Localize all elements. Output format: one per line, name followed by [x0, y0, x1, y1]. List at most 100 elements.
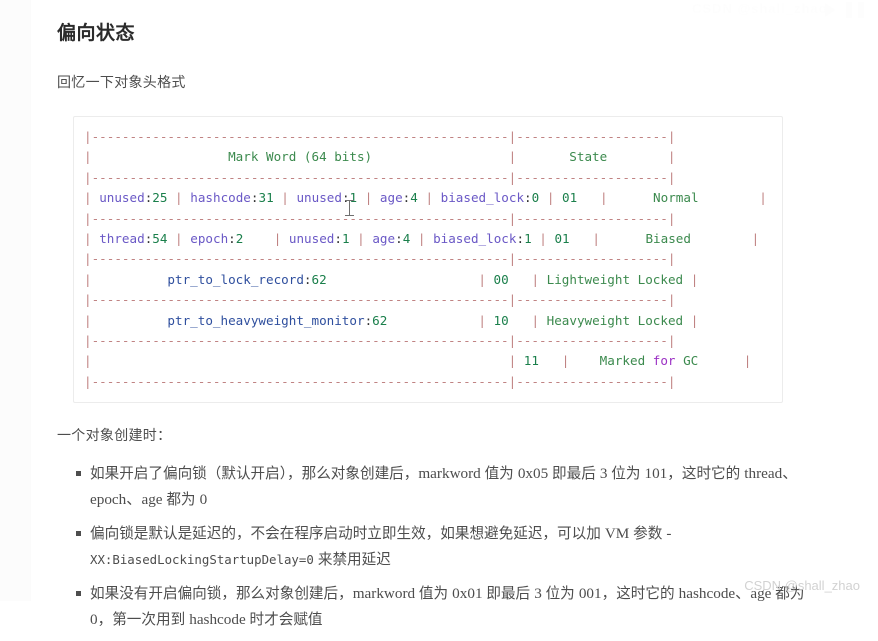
cjk-text: ，第一次用到 — [97, 612, 190, 629]
cjk-text: 如果没有开启偏向锁，那么对象创建后， — [90, 586, 353, 603]
code-token: unused — [288, 231, 335, 247]
latin-text: 0 — [90, 611, 98, 629]
watermark-bottom: CSDN @shall_zhao — [744, 578, 860, 593]
code-token: | — [425, 190, 434, 206]
intro-paragraph: 回忆一下对象头格式 — [57, 74, 186, 90]
code-token: 01 — [554, 231, 570, 247]
code-token: : — [334, 231, 342, 247]
inline-code: XX:BiasedLockingStartupDelay=0 — [90, 552, 314, 568]
code-token: hashcode — [190, 190, 251, 206]
code-token: State — [569, 149, 608, 165]
list-item: 偏向锁是默认是延迟的，不会在程序启动时立即生效，如果想避免延迟，可以加 VM 参… — [76, 521, 824, 573]
latin-text: 0x05 — [517, 465, 552, 483]
cjk-text: 值为 — [418, 586, 453, 603]
bullet-list: 如果开启了偏向锁（默认开启），那么对象创建后，markword 值为 0x05 … — [57, 461, 847, 633]
latin-text: 0 — [199, 491, 208, 509]
code-token: | — [592, 231, 600, 247]
code-token: | — [759, 190, 767, 206]
code-token: : — [395, 231, 403, 247]
code-token: Normal — [653, 190, 699, 206]
list-item: 如果没有开启偏向锁，那么对象创建后，markword 值为 0x01 即最后 3… — [76, 581, 824, 633]
cjk-text: 位为 — [545, 586, 579, 603]
code-token: : — [524, 190, 532, 206]
code-token: | — [84, 129, 92, 144]
code-token: -------------------- — [516, 169, 668, 185]
code-token: 1 — [524, 231, 532, 247]
code-token: 31 — [258, 190, 274, 206]
ascii-table-markword[interactable]: |---------------------------------------… — [74, 127, 782, 392]
code-token: | — [667, 251, 676, 267]
code-token: 4 — [410, 190, 418, 206]
code-token: -------------------- — [516, 333, 668, 349]
code-token: | — [84, 312, 92, 328]
bar-glyph-two-icon — [858, 2, 864, 18]
code-token: -------------------- — [516, 292, 668, 308]
cjk-text: 偏向锁是默认是延迟的，不会在程序启动时立即生效，如果想避免延迟，可以加 — [90, 526, 605, 543]
code-token: | — [84, 251, 92, 267]
code-block-object-header[interactable]: |---------------------------------------… — [73, 116, 783, 404]
cjk-text: 都为 — [166, 492, 200, 509]
code-token: | — [531, 312, 540, 328]
code-token: Lightweight Locked — [546, 271, 684, 287]
code-token: Marked — [599, 353, 646, 369]
code-token: : — [303, 271, 312, 287]
code-token: | — [84, 169, 92, 185]
code-token: | — [478, 271, 486, 287]
latin-text: 3 — [534, 585, 546, 603]
code-token: : — [341, 190, 350, 206]
code-token: ----------------------------------------… — [91, 210, 509, 226]
code-token: 62 — [372, 312, 388, 328]
code-token: Heavyweight Locked — [546, 312, 684, 328]
cjk-text: 即最后 — [552, 466, 600, 483]
code-token: | — [357, 231, 365, 247]
code-token: ----------------------------------------… — [91, 169, 509, 185]
code-token: | — [84, 373, 92, 389]
list-item: 如果开启了偏向锁（默认开启），那么对象创建后，markword 值为 0x05 … — [76, 461, 824, 513]
code-token: ----------------------------------------… — [91, 292, 509, 308]
code-token: | — [667, 169, 676, 185]
code-token: | — [478, 312, 486, 328]
code-token: ----------------------------------------… — [91, 373, 509, 389]
code-token: | — [84, 353, 92, 369]
code-token: | — [743, 353, 752, 369]
article-content: 偏向状态 回忆一下对象头格式 |------------------------… — [57, 0, 847, 641]
latin-text: 001 — [578, 585, 602, 603]
code-token: 54 — [152, 231, 168, 247]
code-token: | — [667, 292, 676, 308]
code-token: | — [690, 312, 699, 328]
code-token: | — [175, 190, 183, 206]
code-token: 01 — [562, 190, 578, 206]
cjk-text: 值为 — [484, 466, 518, 483]
code-token: | — [84, 190, 92, 206]
code-token: 25 — [152, 190, 168, 206]
code-token: GC — [683, 353, 699, 369]
code-token: Mark Word (64 bits) — [228, 149, 373, 165]
cjk-text: ，这时它的 — [601, 586, 679, 603]
lead-paragraph: 一个对象创建时： — [57, 427, 172, 444]
code-token: | — [84, 271, 92, 287]
code-token: thread — [99, 231, 145, 247]
latin-text: 3 — [599, 465, 612, 483]
code-token: | — [84, 210, 92, 226]
